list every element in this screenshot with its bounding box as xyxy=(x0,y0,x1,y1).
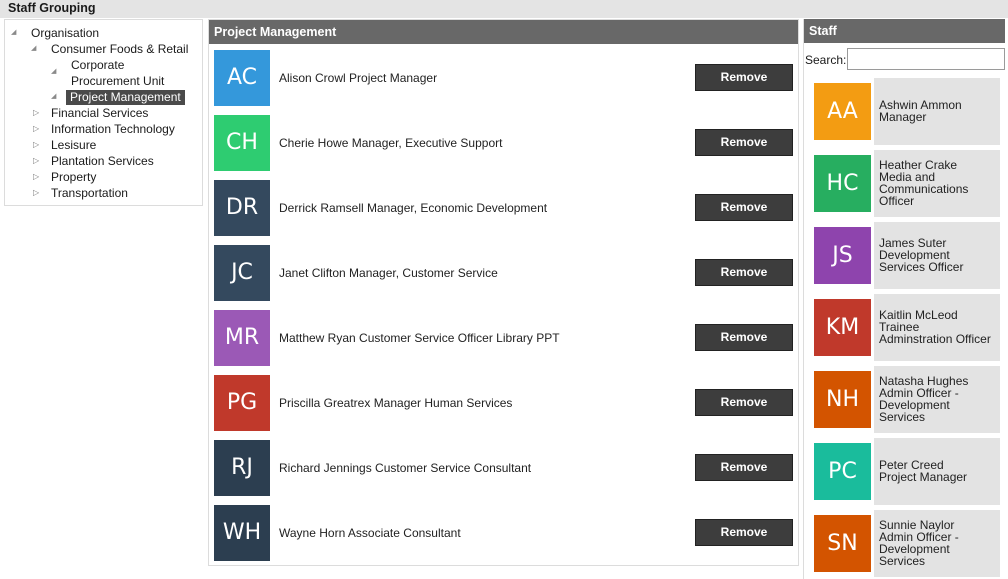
remove-button[interactable]: Remove xyxy=(695,129,793,156)
remove-button[interactable]: Remove xyxy=(695,259,793,286)
remove-button[interactable]: Remove xyxy=(695,64,793,91)
member-avatar: CH xyxy=(214,115,270,171)
member-avatar: DR xyxy=(214,180,270,236)
staff-role-line: Adminstration Officer xyxy=(879,332,991,346)
member-avatar: WH xyxy=(214,505,270,561)
member-avatar: PG xyxy=(214,375,270,431)
member-avatar: AC xyxy=(214,50,270,106)
staff-info: Kaitlin McLeod Trainee Adminstration Offic… xyxy=(874,294,1000,361)
member-row: WH Wayne Horn Associate Consultant Remove xyxy=(214,505,794,561)
tree-node-label: Transportation xyxy=(51,186,128,200)
group-members-panel: Project Management AC Alison Crowl Projec… xyxy=(208,19,799,566)
expanded-triangle-icon[interactable]: ◢ xyxy=(51,67,61,77)
app-title: Staff Grouping xyxy=(8,1,96,15)
member-name: Matthew Ryan Customer Service Officer Li… xyxy=(279,331,560,345)
tree-node-label: Lesisure xyxy=(51,138,97,152)
staff-info: Ashwin Ammon Manager xyxy=(874,78,1000,145)
tree-node-label: Corporate xyxy=(71,58,125,72)
member-avatar: JC xyxy=(214,245,270,301)
collapsed-triangle-icon[interactable]: ▷ xyxy=(33,124,43,134)
member-row: RJ Richard Jennings Customer Service Cons… xyxy=(214,440,794,496)
member-row: MR Matthew Ryan Customer Service Officer … xyxy=(214,310,794,366)
collapsed-triangle-icon[interactable]: ▷ xyxy=(33,156,43,166)
collapsed-triangle-icon[interactable]: ▷ xyxy=(33,172,43,182)
staff-card[interactable]: JS James Suter Development Services Officer xyxy=(812,222,1000,289)
member-avatar: MR xyxy=(214,310,270,366)
org-tree: ◢ Organisation ◢ Consumer Foods & Retail… xyxy=(4,19,203,206)
staff-role-line: Officer xyxy=(879,194,915,208)
staff-info: Heather Crake Media and Communications Offi… xyxy=(874,150,1000,217)
member-row: AC Alison Crowl Project Manager Remove xyxy=(214,50,794,106)
staff-role-line: Services xyxy=(879,410,926,424)
member-name: Priscilla Greatrex Manager Human Service… xyxy=(279,396,513,410)
staff-card[interactable]: PC Peter Creed Project Manager xyxy=(812,438,1000,505)
staff-info: Natasha Hughes Admin Officer - Development… xyxy=(874,366,1000,433)
member-row: DR Derrick Ramsell Manager, Economic Deve… xyxy=(214,180,794,236)
expanded-triangle-icon[interactable]: ◢ xyxy=(11,28,21,38)
title-bar: Staff Grouping xyxy=(0,0,1008,18)
staff-card[interactable]: NH Natasha Hughes Admin Officer - Developme… xyxy=(812,366,1000,433)
staff-info: Sunnie Naylor Admin Officer - Development S… xyxy=(874,510,1000,577)
remove-button[interactable]: Remove xyxy=(695,454,793,481)
expanded-triangle-icon[interactable]: ◢ xyxy=(31,44,41,54)
staff-avatar: JS xyxy=(814,227,871,284)
remove-button[interactable]: Remove xyxy=(695,324,793,351)
staff-card[interactable]: SN Sunnie Naylor Admin Officer - Developmen… xyxy=(812,510,1000,577)
staff-role-line: Project Manager xyxy=(879,470,968,484)
group-panel-title: Project Management xyxy=(209,20,798,44)
collapsed-triangle-icon[interactable]: ▷ xyxy=(33,188,43,198)
staff-avatar: HC xyxy=(814,155,871,212)
member-name: Janet Clifton Manager, Customer Service xyxy=(279,266,498,280)
collapsed-triangle-icon[interactable]: ▷ xyxy=(33,108,43,118)
member-name: Cherie Howe Manager, Executive Support xyxy=(279,136,503,150)
member-name: Wayne Horn Associate Consultant xyxy=(279,526,461,540)
tree-node-label: Information Technology xyxy=(51,122,175,136)
staff-avatar: PC xyxy=(814,443,871,500)
staff-role-line: Services Officer xyxy=(879,260,964,274)
remove-button[interactable]: Remove xyxy=(695,389,793,416)
staff-avatar: AA xyxy=(814,83,871,140)
tree-node-label: Consumer Foods & Retail xyxy=(51,42,189,56)
member-name: Richard Jennings Customer Service Consul… xyxy=(279,461,532,475)
staff-card[interactable]: AA Ashwin Ammon Manager xyxy=(812,78,1000,145)
remove-button[interactable]: Remove xyxy=(695,519,793,546)
expanded-triangle-icon[interactable]: ◢ xyxy=(51,92,61,102)
staff-panel-title: Staff xyxy=(804,19,1005,43)
staff-avatar: NH xyxy=(814,371,871,428)
remove-button[interactable]: Remove xyxy=(695,194,793,221)
member-row: CH Cherie Howe Manager, Executive Support… xyxy=(214,115,794,171)
staff-card[interactable]: KM Kaitlin McLeod Trainee Adminstration Off… xyxy=(812,294,1000,361)
member-row: JC Janet Clifton Manager, Customer Servic… xyxy=(214,245,794,301)
tree-node-label: Financial Services xyxy=(51,106,149,120)
staff-role-line: Services xyxy=(879,554,926,568)
tree-node-label-line2: Procurement Unit xyxy=(71,74,165,88)
staff-card[interactable]: HC Heather Crake Media and Communications Of… xyxy=(812,150,1000,217)
tree-node-label: Organisation xyxy=(31,26,100,40)
staff-panel: Staff Search: AA Ashwin Ammon Manager HC Hea… xyxy=(803,19,1005,579)
tree-node-label: Project Management xyxy=(66,90,185,105)
member-row: PG Priscilla Greatrex Manager Human Servi… xyxy=(214,375,794,431)
staff-avatar: KM xyxy=(814,299,871,356)
tree-node-label: Plantation Services xyxy=(51,154,154,168)
member-name: Derrick Ramsell Manager, Economic Develo… xyxy=(279,201,548,215)
search-label: Search: xyxy=(805,53,847,67)
staff-search-input[interactable] xyxy=(847,48,1005,70)
member-avatar: RJ xyxy=(214,440,270,496)
staff-info: James Suter Development Services Officer xyxy=(874,222,1000,289)
staff-role-line: Manager xyxy=(879,110,927,124)
staff-avatar: SN xyxy=(814,515,871,572)
staff-info: Peter Creed Project Manager xyxy=(874,438,1000,505)
tree-node-label: Property xyxy=(51,170,97,184)
member-name: Alison Crowl Project Manager xyxy=(279,71,438,85)
collapsed-triangle-icon[interactable]: ▷ xyxy=(33,140,43,150)
